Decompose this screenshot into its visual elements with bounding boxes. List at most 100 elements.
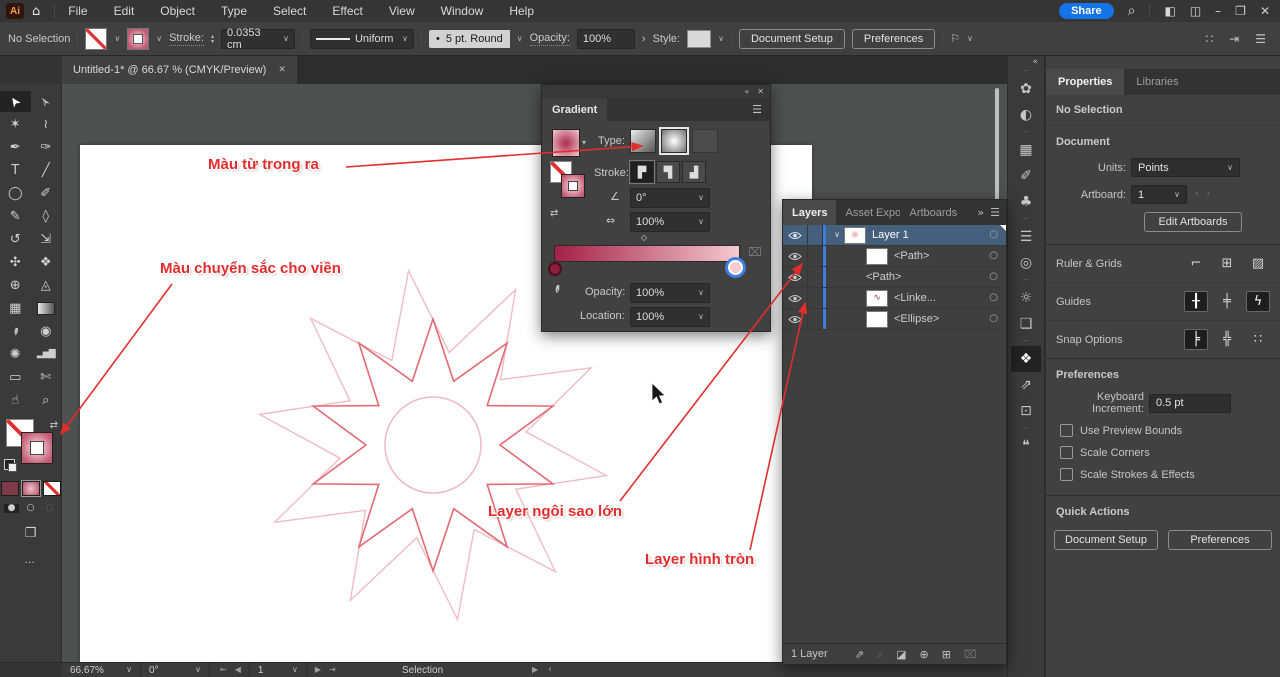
stroke-stepper[interactable]: ▴▾ bbox=[211, 34, 214, 44]
dock-panels-icon[interactable]: ⇥ bbox=[1229, 33, 1239, 45]
symbols-panel-icon[interactable]: ♣ bbox=[1011, 189, 1041, 215]
blend-tool[interactable]: ◉ bbox=[31, 321, 62, 342]
none-button[interactable] bbox=[43, 481, 61, 496]
stroke-panel-icon[interactable]: ☰ bbox=[1011, 224, 1041, 250]
perspective-grid-tool[interactable]: ◬ bbox=[31, 275, 62, 296]
control-menu-icon[interactable]: ☰ bbox=[1255, 33, 1266, 45]
tab-overflow-icon[interactable]: » bbox=[977, 207, 984, 218]
pen-tool[interactable]: ✒ bbox=[0, 137, 31, 158]
last-artboard-icon[interactable]: ⇥ bbox=[329, 666, 336, 674]
workspace-switcher-icon[interactable]: ◧ bbox=[1164, 5, 1175, 17]
lock-guides-icon[interactable]: ╪ bbox=[1215, 291, 1239, 312]
scale-strokes-effects-checkbox[interactable] bbox=[1060, 468, 1073, 481]
artboard-navigation-dropdown[interactable]: 1 ∨ bbox=[249, 663, 307, 677]
minimize-icon[interactable]: – bbox=[1215, 5, 1221, 17]
preferences-button[interactable]: Preferences bbox=[852, 29, 935, 49]
show-guides-icon[interactable]: ╂ bbox=[1184, 291, 1208, 312]
share-button[interactable]: Share bbox=[1059, 3, 1114, 19]
graphic-styles-panel-icon[interactable]: ❑ bbox=[1011, 311, 1041, 337]
tab-artboards[interactable]: Artboards bbox=[900, 200, 966, 225]
slice-tool[interactable]: ✄ bbox=[31, 367, 62, 388]
next-artboard-icon[interactable]: › bbox=[1207, 190, 1211, 199]
show-transparency-grid-icon[interactable]: ▨ bbox=[1246, 253, 1270, 274]
lock-column[interactable] bbox=[808, 309, 823, 329]
layer-row-path2[interactable]: <Path> ○ bbox=[783, 267, 1006, 288]
lasso-tool[interactable]: ≀ bbox=[31, 114, 62, 135]
draw-normal-icon[interactable]: ● bbox=[4, 504, 19, 513]
edit-toolbar-icon[interactable]: … bbox=[0, 554, 61, 566]
scale-corners-checkbox[interactable] bbox=[1060, 446, 1073, 459]
gradient-within-stroke-icon[interactable]: ▛ bbox=[630, 161, 654, 183]
layers-panel-icon[interactable]: ❖ bbox=[1011, 346, 1041, 372]
gradient-stop-start[interactable] bbox=[548, 262, 562, 276]
panel-collapse-icon[interactable]: « bbox=[744, 88, 749, 96]
search-icon[interactable]: ⌕ bbox=[1128, 4, 1136, 18]
units-dropdown[interactable]: Points ∨ bbox=[1131, 158, 1240, 177]
gradient-midpoint-icon[interactable]: ◇ bbox=[641, 234, 647, 242]
layer-name[interactable]: <Ellipse> bbox=[894, 313, 939, 325]
home-icon[interactable]: ⌂ bbox=[32, 5, 40, 18]
tab-close-icon[interactable]: ✕ bbox=[278, 66, 286, 75]
expand-chevron-icon[interactable]: ∨ bbox=[830, 231, 844, 239]
first-artboard-icon[interactable]: ⇤ bbox=[220, 666, 227, 674]
gradient-stroke-proxy[interactable] bbox=[561, 174, 585, 198]
app-logo-icon[interactable]: Ai bbox=[6, 3, 24, 19]
gradient-panel-icon[interactable]: ◐ bbox=[1011, 102, 1041, 128]
opacity-value[interactable]: 100% bbox=[577, 29, 635, 49]
reverse-gradient-icon[interactable]: ⇄ bbox=[550, 209, 558, 219]
screen-mode-icon[interactable]: ❐ bbox=[0, 527, 61, 540]
gradient-stop-end-selected[interactable] bbox=[728, 260, 743, 275]
prev-artboard-icon[interactable]: ◀ bbox=[235, 666, 241, 674]
menu-file[interactable]: File bbox=[55, 0, 100, 22]
stroke-weight-label[interactable]: Stroke: bbox=[169, 32, 204, 46]
close-icon[interactable]: ✕ bbox=[1260, 5, 1270, 17]
tab-layers[interactable]: Layers bbox=[783, 200, 836, 225]
symbol-sprayer-tool[interactable]: ✺ bbox=[0, 344, 31, 365]
target-circle-icon[interactable]: ○ bbox=[989, 230, 998, 240]
layer-thumbnail[interactable] bbox=[844, 227, 866, 244]
delete-stop-icon[interactable]: ⌧ bbox=[748, 246, 762, 258]
gradient-across-stroke-icon[interactable]: ▟ bbox=[682, 161, 706, 183]
dock-grip[interactable]: ┅ bbox=[1024, 128, 1028, 137]
fill-swatch[interactable] bbox=[85, 28, 107, 50]
opacity-flyout-icon[interactable]: › bbox=[642, 33, 646, 45]
gradient-along-stroke-icon[interactable]: ▜ bbox=[656, 161, 680, 183]
layer-name[interactable]: Layer 1 bbox=[872, 229, 909, 241]
brushes-panel-icon[interactable]: ✐ bbox=[1011, 163, 1041, 189]
lock-column[interactable] bbox=[808, 246, 823, 266]
lock-column[interactable] bbox=[808, 288, 823, 308]
direct-selection-tool[interactable]: ➢ bbox=[31, 91, 62, 112]
locate-object-icon[interactable]: ⌕ bbox=[877, 649, 883, 660]
width-profile-dropdown[interactable]: Uniform ∨ bbox=[310, 29, 414, 49]
menu-object[interactable]: Object bbox=[147, 0, 208, 22]
arrange-documents-icon[interactable]: ◫ bbox=[1190, 5, 1201, 17]
visibility-eye-icon[interactable] bbox=[783, 267, 808, 287]
transparency-panel-icon[interactable]: ◎ bbox=[1011, 250, 1041, 276]
mesh-tool[interactable]: ▦ bbox=[0, 298, 31, 319]
stroke-weight-value[interactable]: 0.0353 cm ∨ bbox=[221, 29, 295, 49]
use-preview-bounds-checkbox[interactable] bbox=[1060, 424, 1073, 437]
visibility-eye-icon[interactable] bbox=[783, 309, 808, 329]
artboards-panel-icon[interactable]: ⊡ bbox=[1011, 398, 1041, 424]
layer-thumbnail[interactable] bbox=[866, 290, 888, 307]
target-circle-icon[interactable]: ○ bbox=[989, 251, 998, 261]
brush-chevron-icon[interactable]: ∨ bbox=[517, 35, 523, 43]
line-segment-tool[interactable]: ╱ bbox=[31, 160, 62, 181]
collect-for-export-icon[interactable]: ⇗ bbox=[855, 649, 864, 660]
scale-tool[interactable]: ⇲ bbox=[31, 229, 62, 250]
asset-export-panel-icon[interactable]: ⇗ bbox=[1011, 372, 1041, 398]
layer-row-linked[interactable]: <Linke... ○ bbox=[783, 288, 1006, 309]
keyboard-increment-input[interactable]: 0.5 pt bbox=[1149, 394, 1231, 413]
document-setup-button[interactable]: Document Setup bbox=[739, 29, 845, 49]
snap-to-pixel-icon[interactable]: ∷ bbox=[1246, 329, 1270, 350]
smart-guides-icon[interactable]: ϟ bbox=[1246, 291, 1270, 312]
tab-properties[interactable]: Properties bbox=[1046, 69, 1124, 95]
dock-grip[interactable]: ┅ bbox=[1024, 67, 1028, 76]
shaper-tool[interactable]: ✎ bbox=[0, 206, 31, 227]
lock-column[interactable] bbox=[808, 225, 823, 245]
rotation-dropdown[interactable]: 0° ∨ bbox=[141, 663, 210, 677]
qa-preferences-button[interactable]: Preferences bbox=[1168, 530, 1272, 550]
make-clipping-mask-icon[interactable]: ◪ bbox=[896, 649, 906, 660]
tab-asset-export[interactable]: Asset Export bbox=[836, 200, 900, 225]
stroke-proxy-swatch[interactable] bbox=[21, 432, 53, 464]
